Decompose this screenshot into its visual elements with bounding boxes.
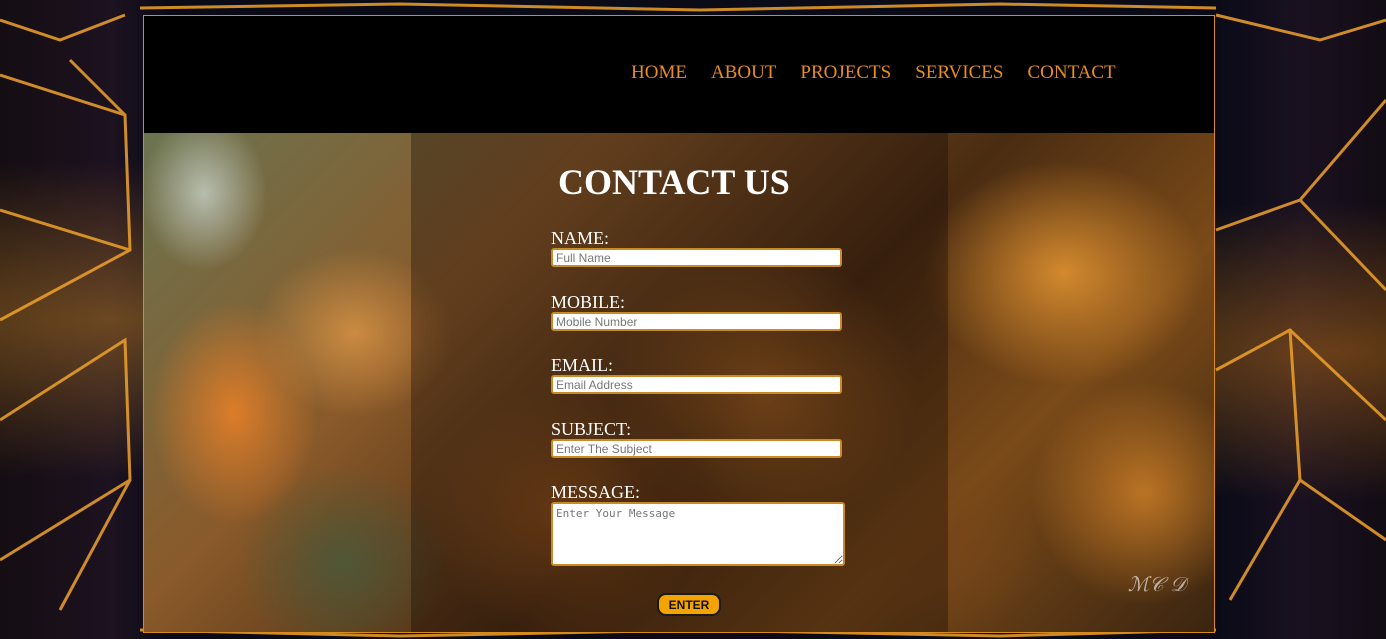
name-input[interactable] (551, 248, 842, 267)
mobile-field-group: MOBILE: (551, 292, 851, 331)
message-textarea[interactable] (551, 502, 845, 566)
subject-field-group: SUBJECT: (551, 419, 851, 458)
photographer-signature: ℳ𝒞 𝒟 (1127, 572, 1186, 596)
nav-home[interactable]: HOME (631, 62, 687, 84)
enter-button[interactable]: ENTER (657, 593, 721, 616)
message-label: MESSAGE: (551, 482, 641, 502)
mobile-input[interactable] (551, 312, 842, 331)
email-label: EMAIL: (551, 355, 613, 375)
contact-title: CONTACT US (558, 162, 790, 202)
name-field-group: NAME: (551, 228, 851, 267)
email-field-group: EMAIL: (551, 355, 851, 394)
email-input[interactable] (551, 375, 842, 394)
navbar: HOME ABOUT PROJECTS SERVICES CONTACT (144, 16, 1214, 133)
nav-services[interactable]: SERVICES (915, 62, 1003, 84)
nav-projects[interactable]: PROJECTS (800, 62, 891, 84)
nav-about[interactable]: ABOUT (711, 62, 776, 84)
nav-links: HOME ABOUT PROJECTS SERVICES CONTACT (631, 62, 1116, 84)
mobile-label: MOBILE: (551, 292, 625, 312)
nav-contact[interactable]: CONTACT (1027, 62, 1115, 84)
message-field-group: MESSAGE: (551, 482, 851, 566)
subject-label: SUBJECT: (551, 419, 632, 439)
name-label: NAME: (551, 228, 609, 248)
page-frame: HOME ABOUT PROJECTS SERVICES CONTACT ℳ𝒞 … (143, 15, 1215, 633)
subject-input[interactable] (551, 439, 842, 458)
